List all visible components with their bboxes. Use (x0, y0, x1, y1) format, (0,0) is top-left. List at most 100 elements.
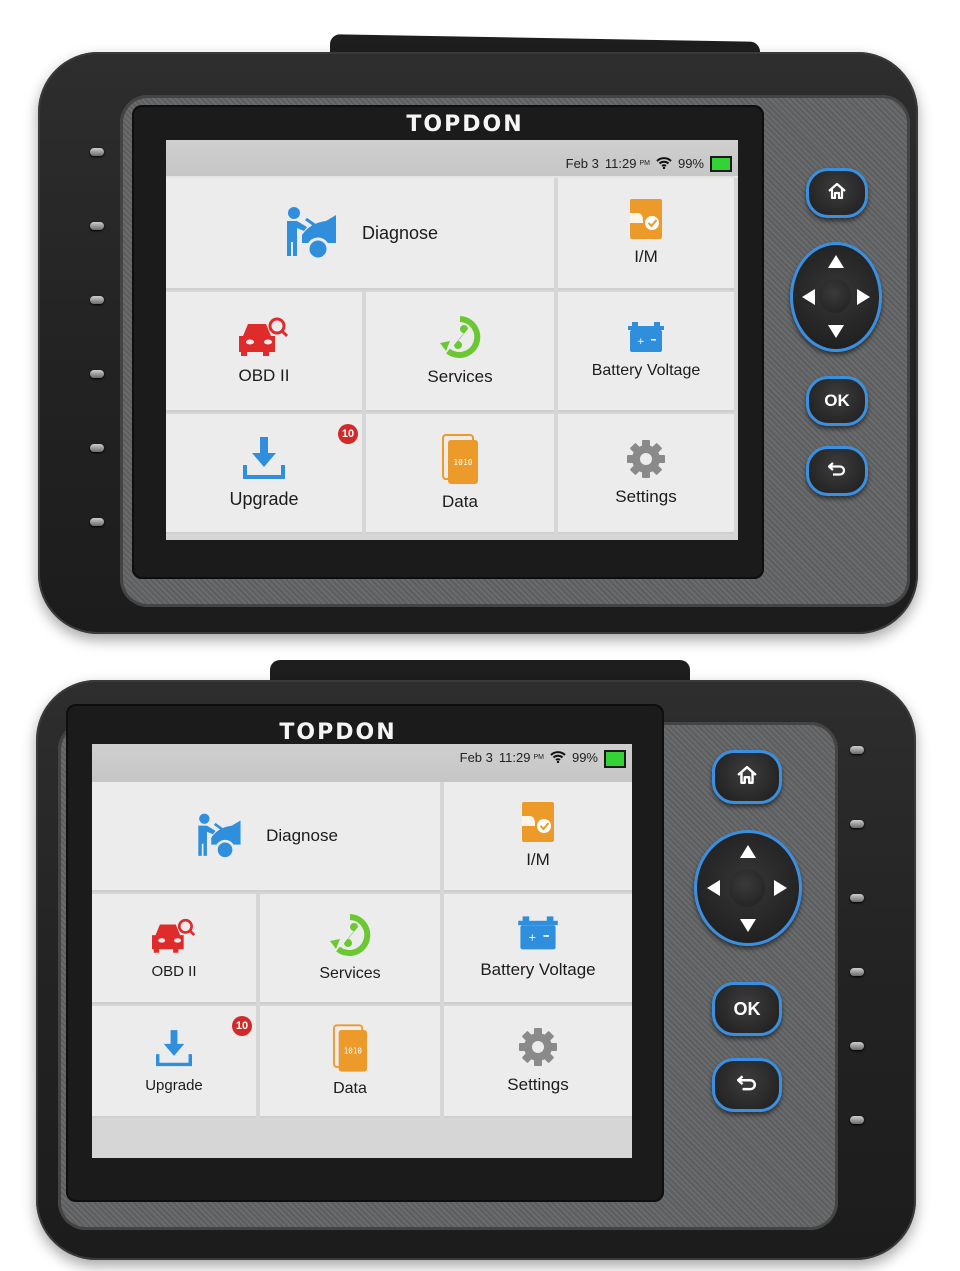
arrow-right-button[interactable] (774, 880, 787, 896)
service-wrench-icon (438, 315, 482, 359)
arrow-left-button[interactable] (802, 289, 815, 305)
dpad-center[interactable] (819, 279, 851, 313)
wifi-icon (550, 750, 566, 763)
home-button[interactable] (712, 750, 782, 804)
app-grid: Diagnose I/M OBD II Services + Battery V… (92, 782, 632, 1158)
arrow-right-button[interactable] (857, 289, 870, 305)
direction-pad (694, 830, 802, 946)
vent (90, 370, 104, 378)
arrow-up-button[interactable] (828, 255, 844, 268)
vent (90, 222, 104, 230)
tile-label: Upgrade (229, 488, 299, 509)
ok-button[interactable]: OK (712, 982, 782, 1036)
tile-label: Services (319, 965, 381, 982)
icon-text: 1010 (453, 458, 472, 467)
binary-file-icon: 1010 (333, 1024, 367, 1072)
ok-button[interactable]: OK (806, 376, 868, 426)
vent (850, 746, 864, 754)
vent (90, 296, 104, 304)
tile-label: Data (333, 1080, 367, 1097)
tile-diagnose[interactable]: Diagnose (92, 782, 440, 890)
vent (850, 968, 864, 976)
car-search-icon (239, 316, 289, 358)
arrow-up-button[interactable] (740, 845, 756, 858)
battery-icon: + (626, 322, 666, 354)
tile-label: Upgrade (145, 1076, 203, 1094)
binary-file-icon: 1010 (442, 434, 478, 484)
notification-badge: 10 (338, 424, 358, 444)
tile-label: Battery Voltage (591, 362, 701, 379)
tile-im[interactable]: I/M (558, 178, 734, 288)
icon-text: 1010 (344, 1047, 363, 1056)
back-icon (736, 1074, 757, 1096)
tile-label: OBD II (238, 366, 290, 385)
status-bar: Feb 3 11:29 PM 99% (92, 744, 632, 782)
tile-obd2[interactable]: OBD II (166, 292, 362, 410)
tile-diagnose[interactable]: Diagnose (166, 178, 554, 288)
scanner-device-bottom: TOPDON Feb 3 11:29 PM 99% Diagnose I/M O… (0, 640, 960, 1271)
dpad-center[interactable] (729, 869, 765, 907)
vent (850, 894, 864, 902)
vent (850, 1042, 864, 1050)
tile-label: Diagnose (361, 222, 439, 243)
tile-battery-voltage[interactable]: + Battery Voltage (558, 292, 734, 410)
download-icon (156, 1029, 192, 1069)
tile-upgrade[interactable]: 10 Upgrade (92, 1006, 256, 1116)
direction-pad (790, 242, 882, 352)
tile-label: I/M (526, 850, 550, 869)
tile-upgrade[interactable]: 10 Upgrade (166, 414, 362, 532)
back-button[interactable] (712, 1058, 782, 1112)
arrow-left-button[interactable] (707, 880, 720, 896)
tile-label: I/M (634, 247, 658, 266)
brand-logo: TOPDON (406, 112, 524, 137)
tile-label: OBD II (151, 962, 197, 980)
tile-data[interactable]: 1010 Data (260, 1006, 440, 1116)
tile-label: Settings (507, 1075, 569, 1094)
scanner-device-top: TOPDON Feb 3 11:29 PM 99% Diagnose I/M O… (0, 0, 960, 640)
vent (90, 148, 104, 156)
tile-settings[interactable]: Settings (558, 414, 734, 532)
home-button[interactable] (806, 168, 868, 218)
mechanic-car-icon (194, 811, 244, 861)
tile-label: Services (427, 367, 493, 386)
car-search-icon (152, 917, 196, 955)
screen: Feb 3 11:29 PM 99% Diagnose I/M OBD II S… (92, 744, 632, 1158)
tile-label: Battery Voltage (480, 960, 596, 979)
tile-services[interactable]: Services (366, 292, 554, 410)
tile-settings[interactable]: Settings (444, 1006, 632, 1116)
battery-percent: 99% (571, 750, 598, 765)
status-ampm: PM (639, 160, 650, 167)
status-time: 11:29 (604, 156, 637, 171)
tile-obd2[interactable]: OBD II (92, 894, 256, 1002)
home-icon (737, 765, 757, 789)
battery-level-icon (604, 750, 626, 768)
app-grid: Diagnose I/M OBD II Services + Battery V… (166, 178, 738, 540)
tile-im[interactable]: I/M (444, 782, 632, 890)
status-date: Feb 3 (459, 750, 493, 765)
status-date: Feb 3 (565, 156, 599, 171)
tile-data[interactable]: 1010 Data (366, 414, 554, 532)
status-time: 11:29 (498, 750, 531, 765)
home-icon (828, 182, 846, 204)
vent (90, 518, 104, 526)
svg-text:+: + (528, 933, 536, 944)
status-ampm: PM (533, 754, 544, 761)
vent (850, 1116, 864, 1124)
tile-label: Settings (615, 487, 677, 506)
vent (850, 820, 864, 828)
brand-logo: TOPDON (279, 720, 397, 745)
vent (90, 444, 104, 452)
download-icon (243, 436, 285, 481)
arrow-down-button[interactable] (740, 919, 756, 932)
battery-level-icon (710, 156, 732, 172)
tile-services[interactable]: Services (260, 894, 440, 1002)
gear-icon (626, 439, 666, 479)
mechanic-car-icon (282, 205, 340, 261)
back-button[interactable] (806, 446, 868, 496)
arrow-down-button[interactable] (828, 325, 844, 338)
svg-text:+: + (637, 337, 645, 347)
gear-icon (518, 1027, 558, 1067)
wifi-icon (656, 156, 672, 169)
tile-battery-voltage[interactable]: + Battery Voltage (444, 894, 632, 1002)
battery-percent: 99% (677, 156, 704, 171)
